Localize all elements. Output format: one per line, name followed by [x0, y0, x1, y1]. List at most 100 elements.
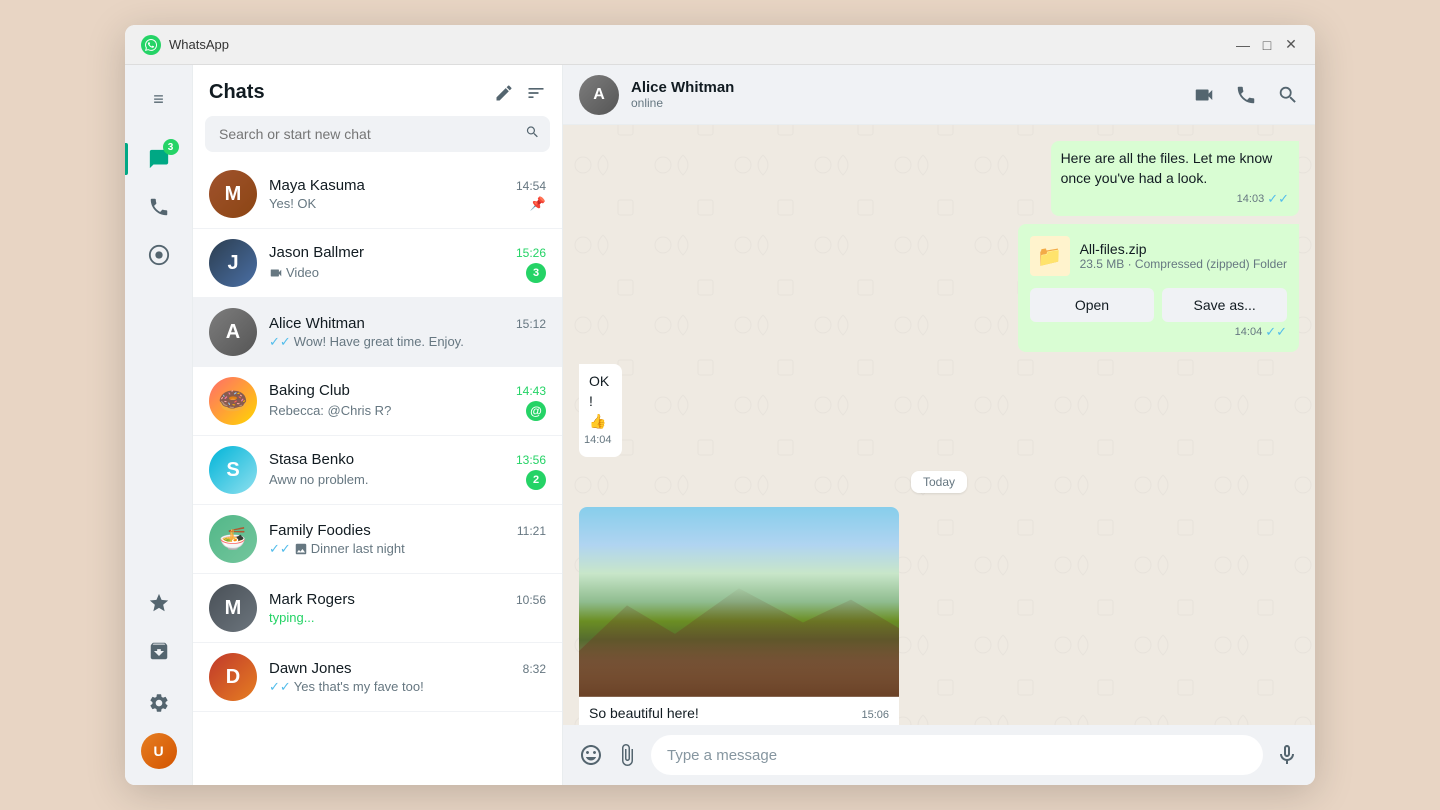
- message-m1: Here are all the files. Let me know once…: [917, 141, 1299, 216]
- file-name: All-files.zip: [1080, 241, 1287, 257]
- emoji-button[interactable]: [579, 743, 603, 767]
- date-divider: Today: [579, 473, 1299, 491]
- chat-preview-baking: Rebecca: @Chris R?: [269, 403, 526, 418]
- app-logo: [141, 35, 161, 55]
- window-controls: — □ ✕: [1235, 37, 1299, 53]
- chat-name-dawn: Dawn Jones: [269, 660, 352, 677]
- left-nav: ≡ 3 U: [125, 65, 193, 785]
- avatar-mark: M: [209, 584, 257, 632]
- image-time: 15:06: [861, 709, 889, 721]
- chat-name-family: Family Foodies: [269, 522, 371, 539]
- message-time-m1: 14:03 ✓✓: [1061, 190, 1289, 208]
- chat-time-mark: 10:56: [516, 593, 546, 607]
- video-call-button[interactable]: [1193, 84, 1215, 106]
- chat-item-mark[interactable]: M Mark Rogers 10:56 typing...: [193, 574, 562, 643]
- chat-name-maya: Maya Kasuma: [269, 177, 365, 194]
- chat-list-title: Chats: [209, 81, 265, 104]
- chat-list-header: Chats: [193, 65, 562, 112]
- chat-name-jason: Jason Ballmer: [269, 244, 364, 261]
- avatar-maya: M: [209, 170, 257, 218]
- minimize-button[interactable]: —: [1235, 37, 1251, 53]
- message-m4: So beautiful here! 15:06 ❤️: [579, 507, 899, 725]
- chat-name-stasa: Stasa Benko: [269, 451, 354, 468]
- chat-time-alice: 15:12: [516, 317, 546, 331]
- chat-item-family[interactable]: 🍜 Family Foodies 11:21 ✓✓ Dinner last ni…: [193, 505, 562, 574]
- chat-preview-mark: typing...: [269, 610, 546, 625]
- chat-item-maya[interactable]: M Maya Kasuma 14:54 Yes! OK 📌: [193, 160, 562, 229]
- message-bubble-m3: OK! 👍 14:04: [579, 364, 622, 456]
- avatar-baking: 🍩: [209, 377, 257, 425]
- chats-nav-button[interactable]: 3: [137, 137, 181, 181]
- app-title: WhatsApp: [169, 37, 1235, 52]
- calls-nav-button[interactable]: [137, 185, 181, 229]
- app-window: WhatsApp — □ ✕ ≡ 3: [125, 25, 1315, 785]
- filter-button[interactable]: [526, 83, 546, 103]
- chat-header: A Alice Whitman online: [563, 65, 1315, 125]
- message-m3: OK! 👍 14:04: [579, 364, 644, 456]
- message-time-m2: 14:04 ✓✓: [1030, 324, 1287, 340]
- chat-contact-status: online: [631, 96, 1181, 110]
- search-bar: [205, 116, 550, 152]
- save-file-button[interactable]: Save as...: [1162, 288, 1287, 322]
- file-type-icon: 📁: [1030, 236, 1070, 276]
- user-avatar[interactable]: U: [141, 733, 177, 769]
- avatar-stasa: S: [209, 446, 257, 494]
- unread-badge-baking: @: [526, 401, 546, 421]
- maximize-button[interactable]: □: [1259, 37, 1275, 53]
- message-image: [579, 507, 899, 697]
- chat-preview-jason: Video: [269, 265, 526, 280]
- message-m2: 📁 All-files.zip 23.5 MB · Compressed (zi…: [1018, 224, 1299, 352]
- archived-nav-button[interactable]: [137, 629, 181, 673]
- chat-list-panel: Chats: [193, 65, 563, 785]
- chat-time-jason: 15:26: [516, 246, 546, 260]
- search-icon: [525, 125, 540, 144]
- chat-item-dawn[interactable]: D Dawn Jones 8:32 ✓✓ Yes that's my fave …: [193, 643, 562, 712]
- file-actions: Open Save as...: [1030, 288, 1287, 322]
- open-file-button[interactable]: Open: [1030, 288, 1155, 322]
- attach-button[interactable]: [615, 743, 639, 767]
- chat-header-avatar: A: [579, 75, 619, 115]
- chat-time-dawn: 8:32: [523, 662, 546, 676]
- message-bubble-m1: Here are all the files. Let me know once…: [1051, 141, 1299, 216]
- menu-nav-icon[interactable]: ≡: [137, 77, 181, 121]
- voice-call-button[interactable]: [1235, 84, 1257, 106]
- settings-nav-button[interactable]: [137, 681, 181, 725]
- avatar-jason: J: [209, 239, 257, 287]
- chat-time-stasa: 13:56: [516, 453, 546, 467]
- read-check-m1: ✓✓: [1267, 190, 1289, 208]
- search-input[interactable]: [205, 116, 550, 152]
- image-caption-text: So beautiful here!: [589, 705, 699, 721]
- chat-time-maya: 14:54: [516, 179, 546, 193]
- close-button[interactable]: ✕: [1283, 37, 1299, 53]
- unread-badge-jason: 3: [526, 263, 546, 283]
- avatar-family: 🍜: [209, 515, 257, 563]
- chat-item-jason[interactable]: J Jason Ballmer 15:26 Video 3: [193, 229, 562, 298]
- chat-name-baking: Baking Club: [269, 382, 350, 399]
- message-time-m3: 14:04: [589, 433, 612, 448]
- image-message-m4: So beautiful here! 15:06 ❤️: [579, 507, 899, 725]
- chat-item-alice[interactable]: A Alice Whitman 15:12 ✓✓ Wow! Have great…: [193, 298, 562, 367]
- chat-time-family: 11:21: [517, 524, 546, 538]
- chat-time-baking: 14:43: [516, 384, 546, 398]
- chat-item-stasa[interactable]: S Stasa Benko 13:56 Aww no problem. 2: [193, 436, 562, 505]
- title-bar: WhatsApp — □ ✕: [125, 25, 1315, 65]
- search-chat-button[interactable]: [1277, 84, 1299, 106]
- chat-item-baking[interactable]: 🍩 Baking Club 14:43 Rebecca: @Chris R? @: [193, 367, 562, 436]
- chat-preview-maya: Yes! OK: [269, 196, 530, 211]
- message-text-m1: Here are all the files. Let me know once…: [1061, 149, 1289, 188]
- pin-icon-maya: 📌: [530, 196, 546, 212]
- chat-list-actions: [494, 83, 546, 103]
- chats-badge: 3: [163, 139, 179, 155]
- file-meta: 23.5 MB · Compressed (zipped) Folder: [1080, 257, 1287, 271]
- chat-window: A Alice Whitman online: [563, 65, 1315, 785]
- status-nav-button[interactable]: [137, 233, 181, 277]
- file-bubble: 📁 All-files.zip 23.5 MB · Compressed (zi…: [1018, 224, 1299, 352]
- message-input[interactable]: [651, 735, 1263, 775]
- voice-message-button[interactable]: [1275, 743, 1299, 767]
- chat-input-bar: [563, 725, 1315, 785]
- message-text-m3: OK! 👍: [589, 372, 612, 431]
- new-chat-button[interactable]: [494, 83, 514, 103]
- chat-contact-name: Alice Whitman: [631, 79, 1181, 96]
- starred-nav-button[interactable]: [137, 581, 181, 625]
- unread-badge-stasa: 2: [526, 470, 546, 490]
